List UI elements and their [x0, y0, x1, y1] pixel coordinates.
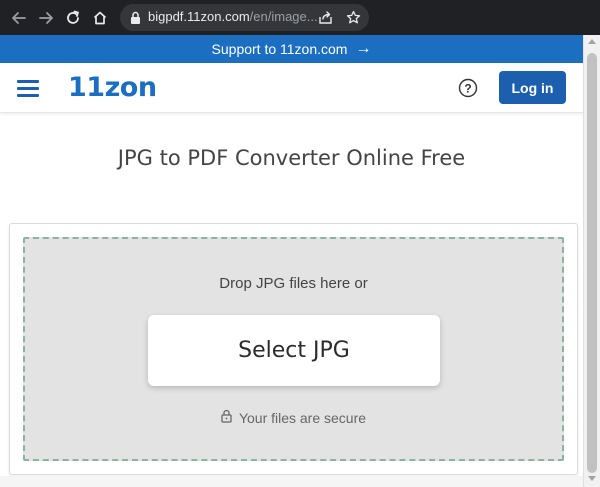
select-jpg-button[interactable]: Select JPG	[148, 315, 440, 386]
help-icon[interactable]: ?	[458, 78, 478, 98]
scroll-thumb[interactable]	[587, 53, 597, 473]
scroll-down-arrow-icon[interactable]	[588, 476, 596, 481]
browser-toolbar: bigpdf.11zon.com/en/image...	[0, 0, 600, 35]
url-path: /en/image...	[249, 9, 318, 24]
url-text: bigpdf.11zon.com/en/image...	[148, 9, 318, 24]
star-icon[interactable]	[346, 10, 361, 29]
reload-icon[interactable]	[63, 8, 83, 28]
hamburger-menu-icon[interactable]	[17, 80, 39, 97]
login-button[interactable]: Log in	[499, 71, 566, 104]
back-icon[interactable]	[9, 8, 29, 28]
address-bar[interactable]: bigpdf.11zon.com/en/image...	[120, 4, 369, 31]
help-glyph: ?	[464, 82, 471, 96]
lock-icon	[130, 10, 141, 29]
secure-notice: Your files are secure	[25, 409, 562, 426]
drop-zone[interactable]: Drop JPG files here or Select JPG Your f…	[23, 237, 564, 461]
page-title: JPG to PDF Converter Online Free	[117, 146, 466, 170]
url-host: bigpdf.11zon.com	[148, 9, 250, 24]
scrollbar[interactable]	[583, 35, 600, 487]
page-bottom-strip	[0, 476, 583, 487]
support-banner[interactable]: Support to 11zon.com →	[0, 35, 583, 63]
forward-icon[interactable]	[36, 8, 56, 28]
upload-card: Drop JPG files here or Select JPG Your f…	[9, 223, 578, 475]
secure-text: Your files are secure	[238, 409, 367, 426]
home-icon[interactable]	[90, 8, 110, 28]
site-header: 11zon ? Log in	[0, 63, 583, 113]
drop-text: Drop JPG files here or	[219, 275, 368, 292]
lock-icon	[221, 409, 232, 426]
support-text: Support to 11zon.com	[211, 41, 348, 57]
share-icon[interactable]	[318, 10, 333, 29]
scroll-up-arrow-icon[interactable]	[588, 39, 596, 44]
arrow-right-icon: →	[355, 40, 372, 57]
logo[interactable]: 11zon	[68, 72, 157, 103]
